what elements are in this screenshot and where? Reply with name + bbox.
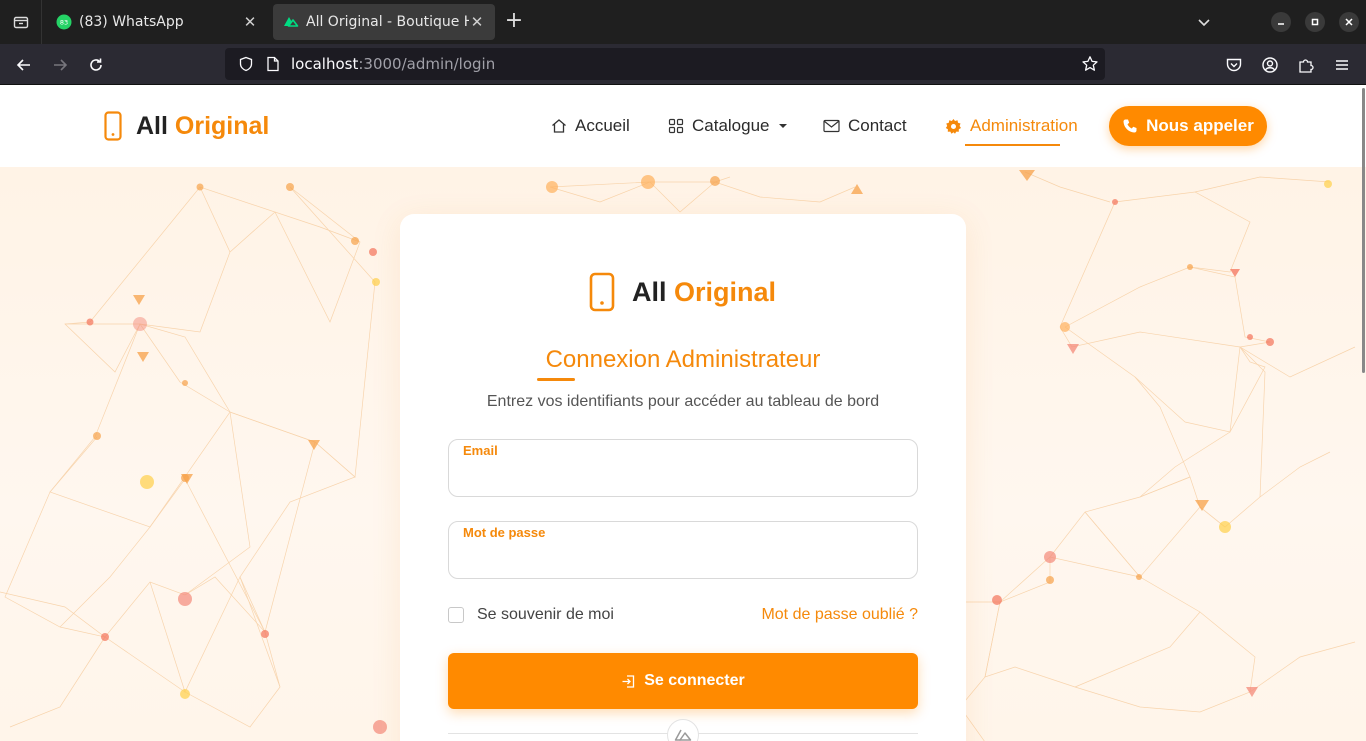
page-scrollbar[interactable]	[1360, 85, 1366, 741]
forgot-password-link[interactable]: Mot de passe oublié ?	[761, 606, 918, 624]
tab-list-icon[interactable]	[0, 0, 42, 44]
nuxt-icon	[667, 719, 699, 741]
tab-whatsapp[interactable]: 83 (83) WhatsApp ✕	[46, 4, 268, 40]
tab-title: (83) WhatsApp	[79, 14, 184, 30]
phone-icon	[104, 111, 122, 141]
window-close-icon[interactable]	[1339, 12, 1359, 32]
browser-nav-bar: localhost:3000/admin/login	[0, 44, 1366, 85]
tab-title: All Original - Boutique High-Tech	[306, 14, 469, 30]
nav-administration[interactable]: Administration	[945, 85, 1078, 167]
site-header: All Original Accueil Catalogue Contact A…	[0, 85, 1366, 167]
password-field[interactable]: Mot de passe	[448, 521, 918, 579]
brand-name: All Original	[136, 111, 270, 140]
active-underline	[965, 144, 1060, 146]
brand-name: All Original	[632, 276, 777, 307]
reload-icon[interactable]	[83, 52, 109, 78]
close-icon[interactable]: ✕	[242, 13, 258, 31]
email-field[interactable]: Email	[448, 439, 918, 497]
minimize-icon[interactable]	[1271, 12, 1291, 32]
submit-label: Se connecter	[644, 672, 745, 689]
nav-contact[interactable]: Contact	[823, 85, 907, 167]
sign-in-icon	[621, 674, 636, 689]
home-icon	[551, 118, 567, 134]
grid-icon	[668, 118, 684, 134]
login-title: Connexion Administrateur	[545, 346, 821, 373]
call-button[interactable]: Nous appeler	[1109, 106, 1267, 146]
nuxt-icon	[283, 14, 299, 30]
page-icon	[261, 56, 285, 72]
nav-contact-label: Contact	[848, 116, 907, 135]
card-logo: All Original	[589, 272, 776, 312]
svg-text:83: 83	[60, 19, 68, 27]
login-subtitle: Entrez vos identifiants pour accéder au …	[486, 393, 880, 410]
phone-call-icon	[1122, 118, 1138, 134]
remember-checkbox[interactable]	[448, 607, 464, 623]
gear-icon	[945, 118, 962, 135]
password-label: Mot de passe	[463, 525, 546, 540]
email-input[interactable]	[463, 464, 903, 490]
scrollbar-thumb[interactable]	[1362, 88, 1365, 373]
nav-home-label: Accueil	[575, 116, 630, 135]
envelope-icon	[823, 119, 840, 133]
login-card: All Original Connexion Administrateur En…	[400, 214, 966, 741]
tab-all-original[interactable]: All Original - Boutique High-Tech ✕	[273, 4, 495, 40]
nav-administration-label: Administration	[970, 116, 1078, 135]
login-submit-button[interactable]: Se connecter	[448, 653, 918, 709]
shield-icon[interactable]	[231, 56, 261, 72]
account-icon[interactable]	[1257, 52, 1283, 78]
password-input[interactable]	[463, 546, 903, 572]
phone-icon	[589, 272, 615, 312]
back-arrow-icon[interactable]	[11, 52, 37, 78]
nav-catalog-label: Catalogue	[692, 116, 770, 135]
remember-label: Se souvenir de moi	[477, 606, 614, 623]
nav-home[interactable]: Accueil	[551, 85, 630, 167]
bookmark-star-icon[interactable]	[1075, 55, 1105, 73]
remember-me[interactable]: Se souvenir de moi	[448, 606, 614, 624]
whatsapp-icon: 83	[56, 14, 72, 30]
browser-tab-bar: 83 (83) WhatsApp ✕ All Original - Boutiq…	[0, 0, 1366, 44]
site-logo[interactable]: All Original	[104, 111, 269, 141]
forward-arrow-icon[interactable]	[47, 52, 73, 78]
email-label: Email	[463, 443, 498, 458]
nav-catalog[interactable]: Catalogue	[668, 85, 788, 167]
call-button-label: Nous appeler	[1146, 116, 1254, 135]
url-text: localhost:3000/admin/login	[291, 55, 496, 73]
title-underline	[537, 378, 575, 381]
chevron-down-icon[interactable]	[1192, 10, 1216, 34]
address-bar[interactable]: localhost:3000/admin/login	[225, 48, 1105, 80]
new-tab-icon[interactable]: +	[502, 10, 526, 34]
close-icon[interactable]: ✕	[469, 13, 485, 31]
maximize-icon[interactable]	[1305, 12, 1325, 32]
menu-icon[interactable]	[1329, 52, 1355, 78]
caret-down-icon	[778, 123, 788, 129]
extensions-icon[interactable]	[1293, 52, 1319, 78]
pocket-icon[interactable]	[1221, 52, 1247, 78]
